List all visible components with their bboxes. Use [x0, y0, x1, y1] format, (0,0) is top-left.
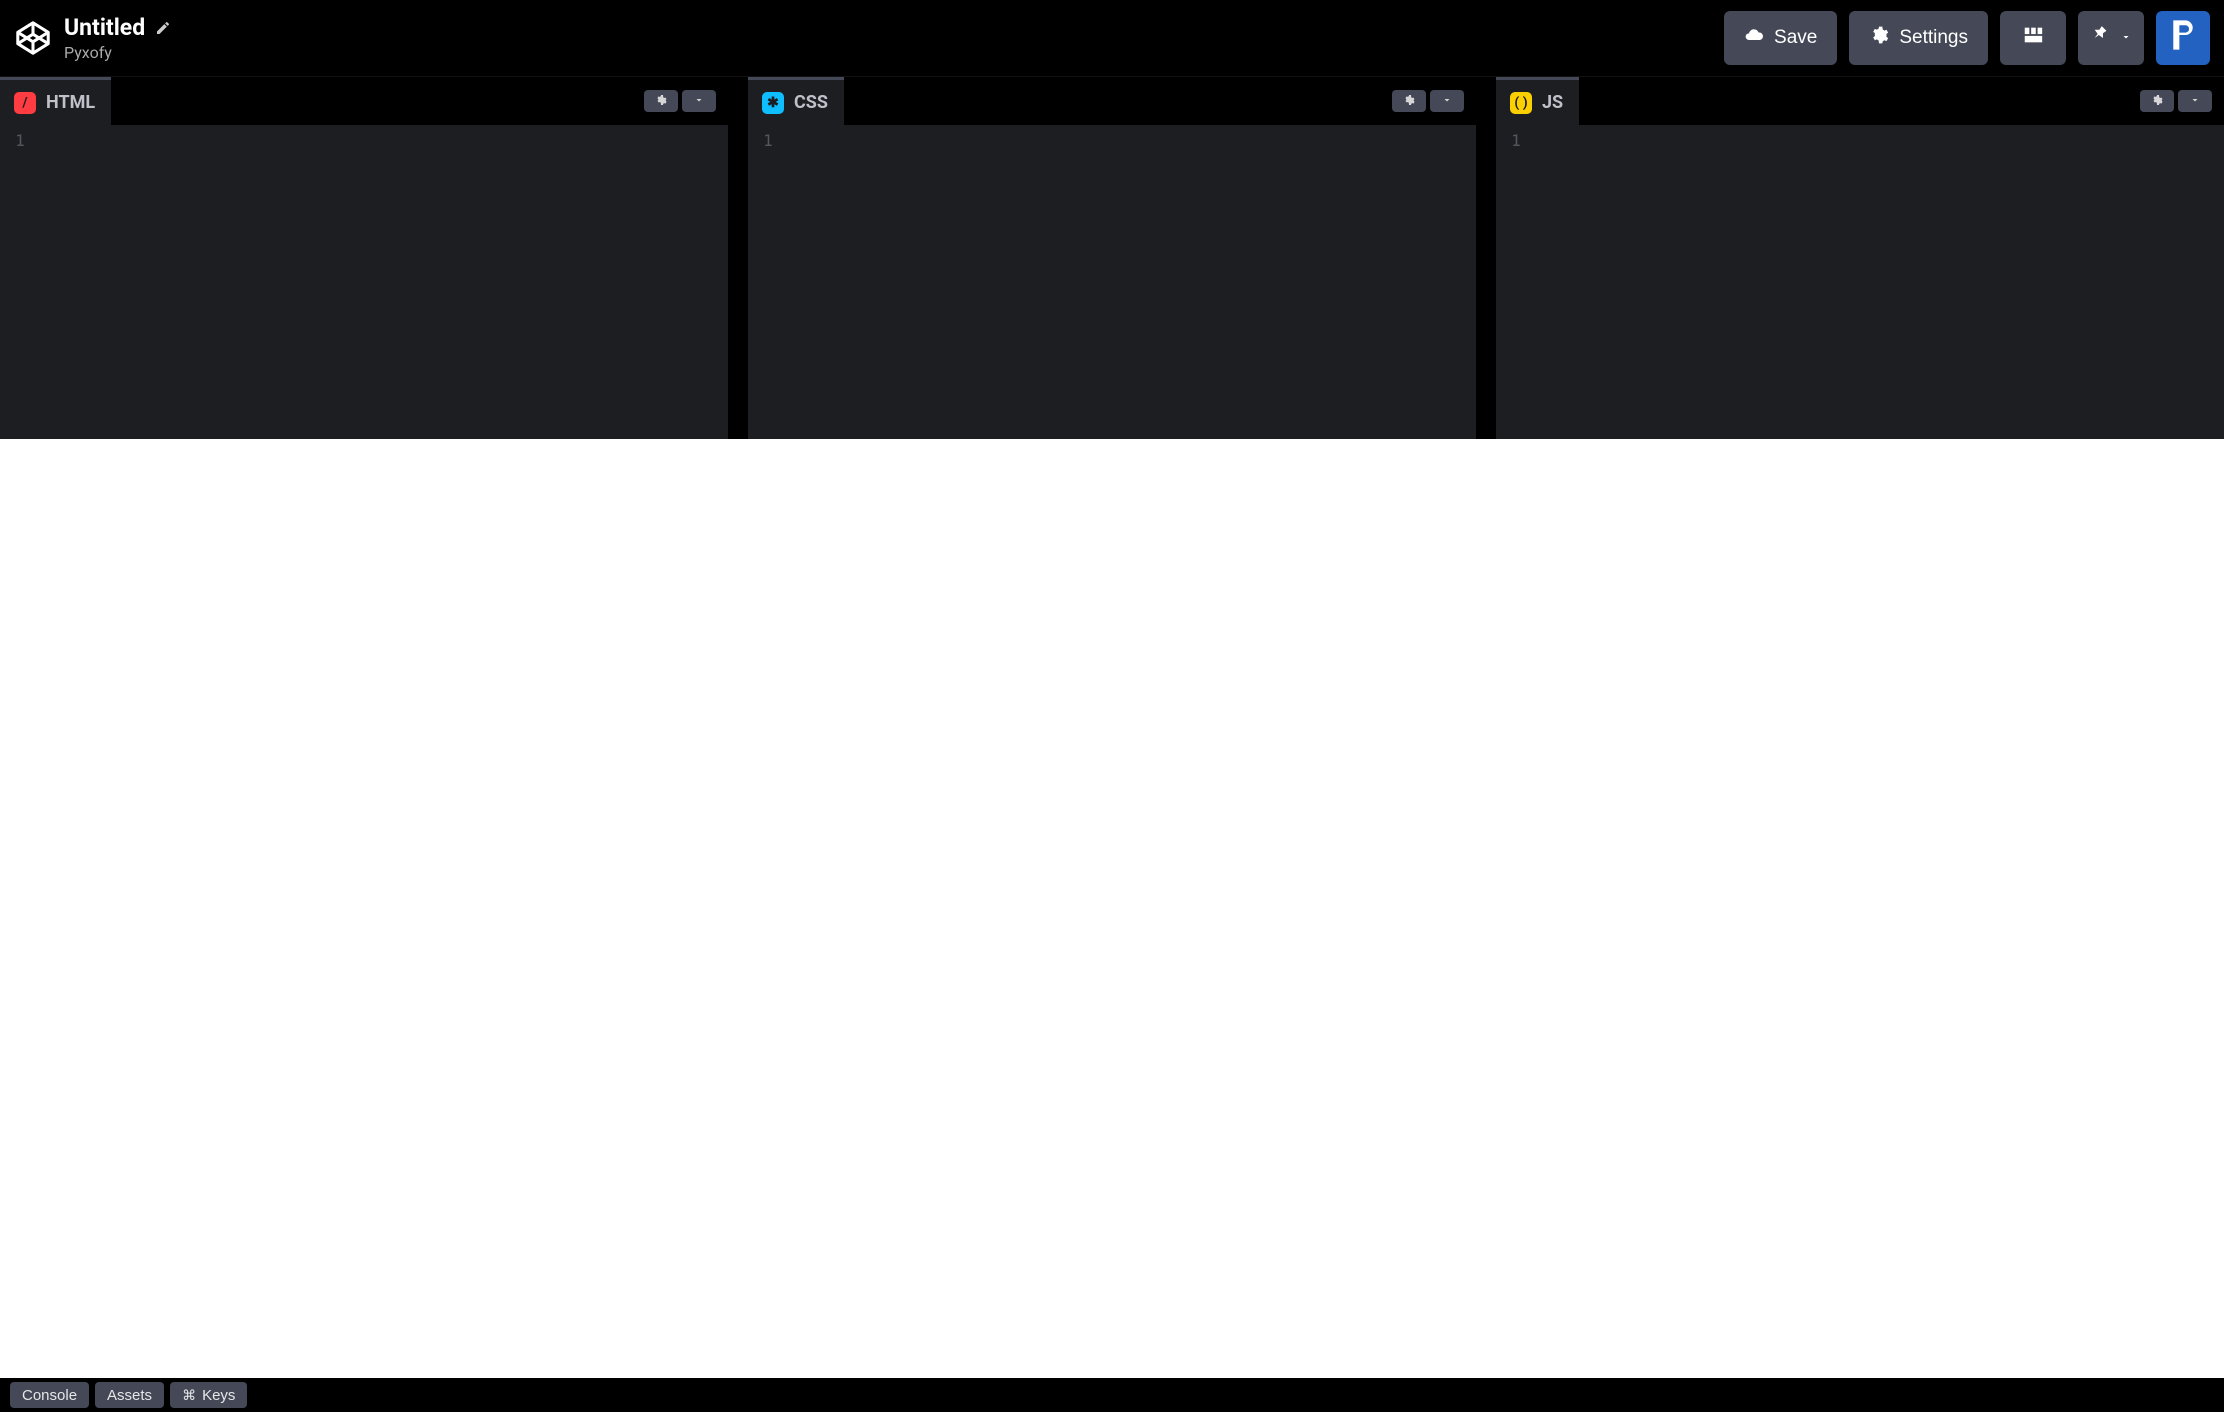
chevron-down-icon [693, 94, 705, 109]
chevron-down-icon [1441, 94, 1453, 109]
pen-title: Untitled [64, 14, 145, 41]
html-tab-label: HTML [46, 92, 95, 113]
line-number: 1 [763, 131, 773, 150]
js-pane-controls [2140, 90, 2212, 112]
assets-button[interactable]: Assets [95, 1382, 164, 1408]
line-number: 1 [1511, 131, 1521, 150]
shortcuts-button-label: Keys [202, 1387, 235, 1404]
gear-icon [655, 94, 667, 109]
js-settings-button[interactable] [2140, 90, 2174, 112]
html-dropdown-button[interactable] [682, 90, 716, 112]
css-dropdown-button[interactable] [1430, 90, 1464, 112]
html-tab[interactable]: / HTML [0, 77, 111, 125]
css-pane: ✱ CSS 1 [748, 77, 1476, 439]
js-code-area[interactable] [1536, 125, 2224, 437]
js-badge-icon: ( ) [1510, 92, 1532, 114]
html-code-area[interactable] [40, 125, 728, 437]
css-badge-icon: ✱ [762, 92, 784, 114]
css-pane-controls [1392, 90, 1464, 112]
css-tab[interactable]: ✱ CSS [748, 77, 844, 125]
js-editor[interactable]: 1 [1496, 125, 2224, 437]
cloud-icon [1744, 25, 1764, 51]
assets-button-label: Assets [107, 1387, 152, 1404]
js-tab-label: JS [1542, 92, 1563, 113]
save-button[interactable]: Save [1724, 11, 1837, 65]
output-preview[interactable] [0, 439, 2224, 1378]
title-block: Untitled Pyxofy [64, 14, 171, 62]
layout-icon [2022, 24, 2044, 52]
footer: Console Assets ⌘ Keys [0, 1378, 2224, 1412]
html-pane-controls [644, 90, 716, 112]
js-pane: ( ) JS 1 [1496, 77, 2224, 439]
html-pane-header: / HTML [0, 77, 728, 125]
html-pane: / HTML 1 [0, 77, 728, 439]
shortcuts-button[interactable]: ⌘ Keys [170, 1382, 247, 1408]
codepen-logo-icon[interactable] [14, 19, 52, 57]
header: Untitled Pyxofy Save Settings [0, 0, 2224, 77]
gear-icon [1403, 94, 1415, 109]
css-tab-label: CSS [794, 92, 828, 113]
css-settings-button[interactable] [1392, 90, 1426, 112]
save-button-label: Save [1774, 27, 1817, 49]
gear-icon [2151, 94, 2163, 109]
user-avatar[interactable] [2156, 11, 2210, 65]
chevron-down-icon [2120, 27, 2132, 49]
console-button[interactable]: Console [10, 1382, 89, 1408]
header-right: Save Settings [1724, 11, 2210, 65]
line-number: 1 [15, 131, 25, 150]
html-settings-button[interactable] [644, 90, 678, 112]
settings-button-label: Settings [1899, 27, 1968, 49]
command-icon: ⌘ [182, 1387, 196, 1404]
css-editor[interactable]: 1 [748, 125, 1476, 437]
chevron-down-icon [2189, 94, 2201, 109]
css-pane-header: ✱ CSS [748, 77, 1476, 125]
html-badge-icon: / [14, 92, 36, 114]
js-dropdown-button[interactable] [2178, 90, 2212, 112]
avatar-p-icon [2168, 18, 2198, 58]
js-tab[interactable]: ( ) JS [1496, 77, 1579, 125]
css-gutter: 1 [748, 125, 788, 437]
console-button-label: Console [22, 1387, 77, 1404]
layout-button[interactable] [2000, 11, 2066, 65]
editors-row: / HTML 1 ✱ CSS [0, 77, 2224, 439]
js-gutter: 1 [1496, 125, 1536, 437]
header-left: Untitled Pyxofy [14, 14, 171, 62]
js-pane-header: ( ) JS [1496, 77, 2224, 125]
pencil-icon[interactable] [155, 20, 171, 36]
html-editor[interactable]: 1 [0, 125, 728, 437]
css-code-area[interactable] [788, 125, 1476, 437]
pin-button[interactable] [2078, 11, 2144, 65]
html-gutter: 1 [0, 125, 40, 437]
settings-button[interactable]: Settings [1849, 11, 1988, 65]
title-row[interactable]: Untitled [64, 14, 171, 41]
author-name[interactable]: Pyxofy [64, 43, 171, 62]
gear-icon [1869, 25, 1889, 51]
pin-icon [2090, 25, 2110, 51]
